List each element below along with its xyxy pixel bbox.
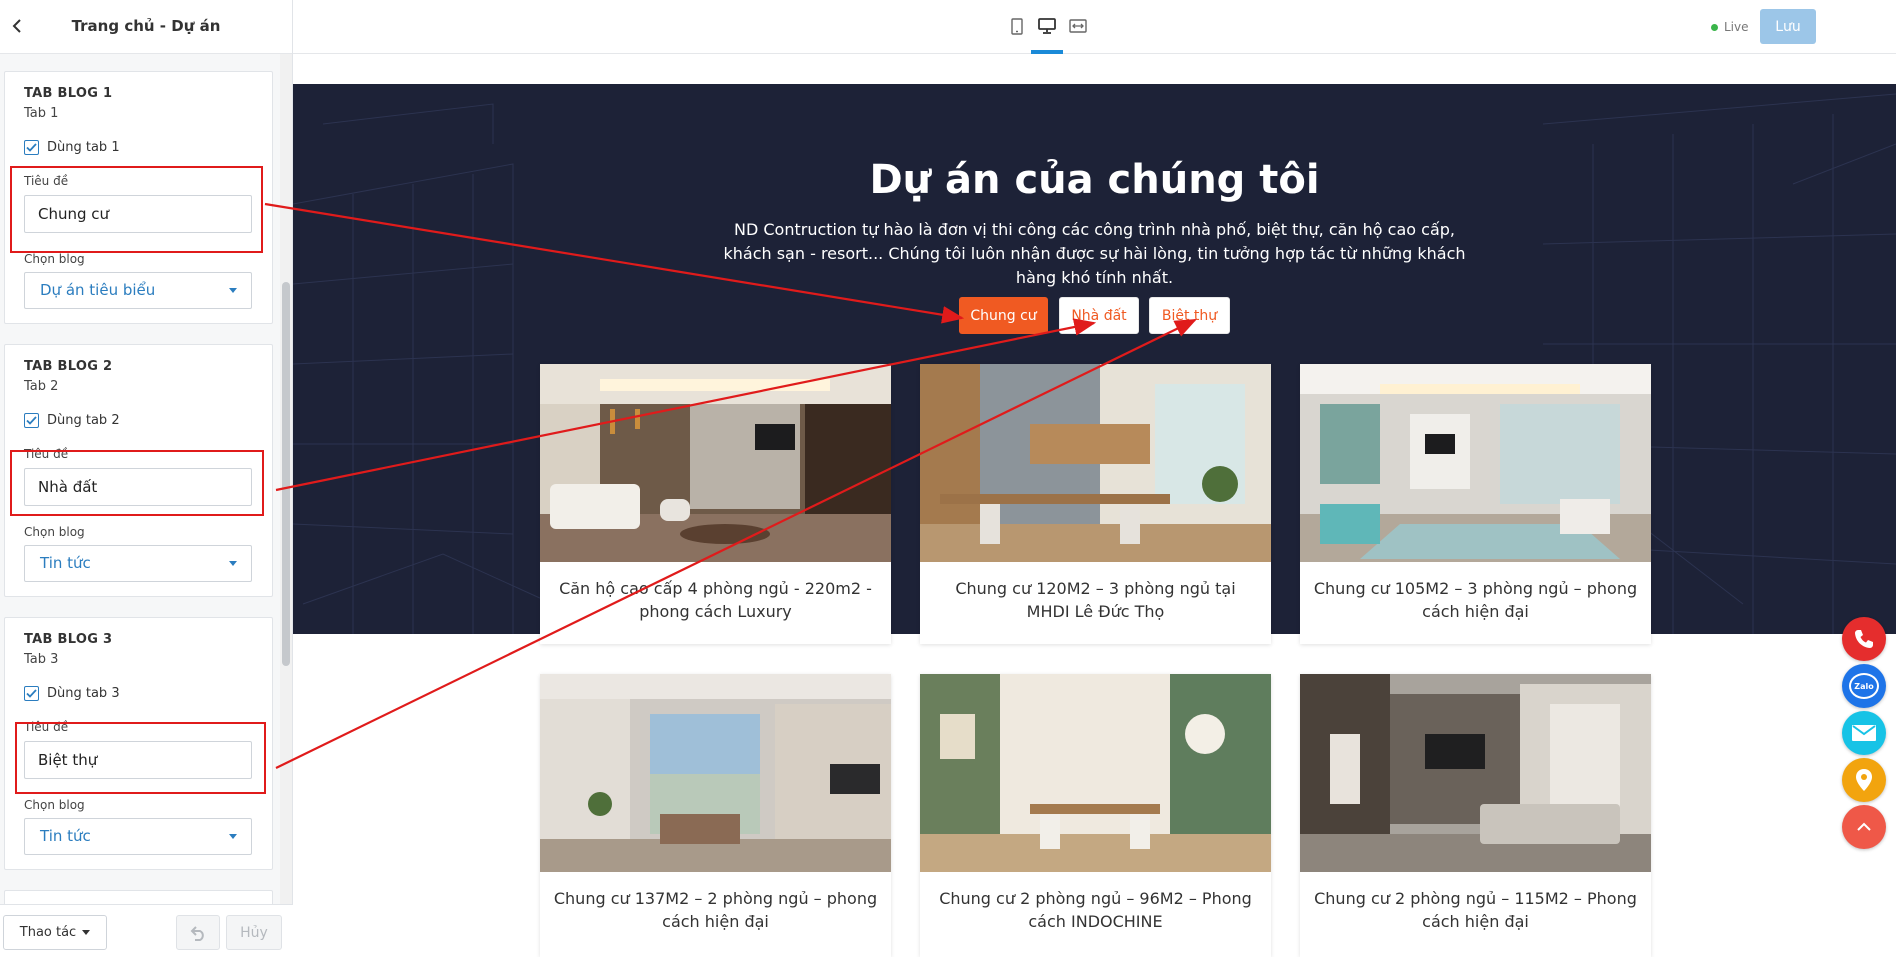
dining-room-image [920, 364, 1271, 562]
checkbox[interactable] [24, 413, 39, 428]
desktop-view-button[interactable] [1036, 15, 1058, 37]
project-title[interactable]: Chung cư 137M2 – 2 phòng ngủ – phong các… [552, 887, 879, 933]
sidebar-footer: Thao tác Hủy [0, 904, 293, 957]
map-pin-icon [1856, 769, 1872, 791]
blog-select-value: Tin tức [40, 554, 91, 572]
project-image[interactable] [920, 364, 1271, 562]
use-tab-checkbox-row[interactable]: Dùng tab 2 [24, 413, 120, 428]
editor-app: Trang chủ - Dự án TAB BLOG 1 Tab 1 Dùng … [0, 0, 1896, 957]
scroll-top-button[interactable] [1842, 805, 1886, 849]
blog-select[interactable]: Dự án tiêu biểu [24, 272, 252, 309]
project-title[interactable]: Chung cư 105M2 – 3 phòng ngủ – phong các… [1312, 577, 1639, 623]
checkbox[interactable] [24, 686, 39, 701]
annotation-highlight-box [10, 450, 264, 516]
tab-biet-thu[interactable]: Biệt thự [1149, 297, 1230, 334]
sidebar-header: Trang chủ - Dự án [0, 0, 292, 54]
checkbox-label: Dùng tab 3 [47, 686, 120, 701]
annotation-highlight-box [15, 722, 266, 794]
project-card[interactable]: Chung cư 120M2 – 3 phòng ngủ tại MHDI Lê… [920, 364, 1271, 644]
project-image[interactable] [920, 674, 1271, 872]
tab-blog-panel-4 [4, 890, 273, 904]
zalo-label: Zalo [1854, 681, 1874, 691]
chevron-up-icon [1857, 822, 1871, 831]
living-room-image [540, 364, 891, 562]
blog-select-value: Dự án tiêu biểu [40, 281, 156, 299]
tab-nha-dat[interactable]: Nhà đất [1059, 297, 1139, 334]
caret-down-icon [229, 288, 237, 293]
live-dot-icon [1711, 23, 1718, 31]
mail-icon [1852, 725, 1876, 741]
panel-heading: TAB BLOG 1 [24, 86, 113, 101]
mobile-icon [1011, 17, 1023, 35]
undo-button[interactable] [176, 915, 220, 950]
map-button[interactable] [1842, 758, 1886, 802]
undo-icon [190, 925, 204, 941]
zalo-button[interactable]: Zalo [1842, 664, 1886, 708]
section-description: ND Contruction tự hào là đơn vị thi công… [723, 220, 1466, 287]
blog-label: Chọn blog [24, 252, 85, 266]
tab-chung-cu[interactable]: Chung cư [959, 297, 1048, 334]
live-status: Live [1711, 20, 1749, 34]
annotation-highlight-box [10, 166, 263, 253]
check-icon [26, 416, 37, 425]
phone-icon [1855, 630, 1873, 648]
fullwidth-view-button[interactable] [1067, 15, 1089, 37]
panel-subheading: Tab 1 [24, 106, 59, 121]
caret-down-icon [229, 561, 237, 566]
call-button[interactable] [1842, 617, 1886, 661]
blog-label: Chọn blog [24, 525, 85, 539]
expand-width-icon [1069, 19, 1087, 33]
caret-down-icon [82, 930, 91, 935]
apartment-interior-image [540, 674, 891, 872]
sidebar-title: Trang chủ - Dự án [71, 17, 221, 35]
checkbox[interactable] [24, 140, 39, 155]
check-icon [26, 689, 37, 698]
blog-select-value: Tin tức [40, 827, 91, 845]
actions-dropdown-button[interactable]: Thao tác [3, 915, 107, 950]
modern-living-room-image [1300, 364, 1651, 562]
sidebar-scrollbar-thumb[interactable] [282, 282, 290, 666]
email-button[interactable] [1842, 711, 1886, 755]
blog-label: Chọn blog [24, 798, 85, 812]
indochine-interior-image [920, 674, 1271, 872]
blog-select[interactable]: Tin tức [24, 545, 252, 582]
project-title[interactable]: Chung cư 2 phòng ngủ – 96M2 – Phong cách… [932, 887, 1259, 933]
preview-canvas: Dự án của chúng tôi ND Contruction tự hà… [293, 54, 1896, 957]
project-image[interactable] [1300, 674, 1651, 872]
check-icon [26, 143, 37, 152]
project-image[interactable] [1300, 364, 1651, 562]
project-image[interactable] [540, 674, 891, 872]
caret-down-icon [229, 834, 237, 839]
section-title: Dự án của chúng tôi [869, 157, 1320, 203]
project-card[interactable]: Chung cư 137M2 – 2 phòng ngủ – phong các… [540, 674, 891, 957]
project-title[interactable]: Chung cư 2 phòng ngủ – 115M2 – Phong các… [1312, 887, 1639, 933]
mobile-view-button[interactable] [1006, 15, 1028, 37]
actions-label: Thao tác [19, 925, 77, 940]
project-title[interactable]: Chung cư 120M2 – 3 phòng ngủ tại MHDI Lê… [932, 577, 1259, 623]
panel-heading: TAB BLOG 3 [24, 632, 113, 647]
blog-select[interactable]: Tin tức [24, 818, 252, 855]
cancel-button[interactable]: Hủy [226, 915, 282, 950]
save-button[interactable]: Lưu [1760, 9, 1816, 44]
use-tab-checkbox-row[interactable]: Dùng tab 3 [24, 686, 120, 701]
editor-topbar: Live Lưu [293, 0, 1896, 54]
checkbox-label: Dùng tab 1 [47, 140, 120, 155]
panel-subheading: Tab 3 [24, 652, 59, 667]
project-title[interactable]: Căn hộ cao cấp 4 phòng ngủ - 220m2 - pho… [552, 577, 879, 623]
panel-subheading: Tab 2 [24, 379, 59, 394]
project-card[interactable]: Căn hộ cao cấp 4 phòng ngủ - 220m2 - pho… [540, 364, 891, 644]
project-image[interactable] [540, 364, 891, 562]
grey-living-room-image [1300, 674, 1651, 872]
checkbox-label: Dùng tab 2 [47, 413, 120, 428]
panel-heading: TAB BLOG 2 [24, 359, 113, 374]
use-tab-checkbox-row[interactable]: Dùng tab 1 [24, 140, 120, 155]
project-card[interactable]: Chung cư 105M2 – 3 phòng ngủ – phong các… [1300, 364, 1651, 644]
project-card[interactable]: Chung cư 2 phòng ngủ – 115M2 – Phong các… [1300, 674, 1651, 957]
project-card[interactable]: Chung cư 2 phòng ngủ – 96M2 – Phong cách… [920, 674, 1271, 957]
live-label: Live [1724, 20, 1749, 34]
desktop-icon [1038, 18, 1056, 34]
